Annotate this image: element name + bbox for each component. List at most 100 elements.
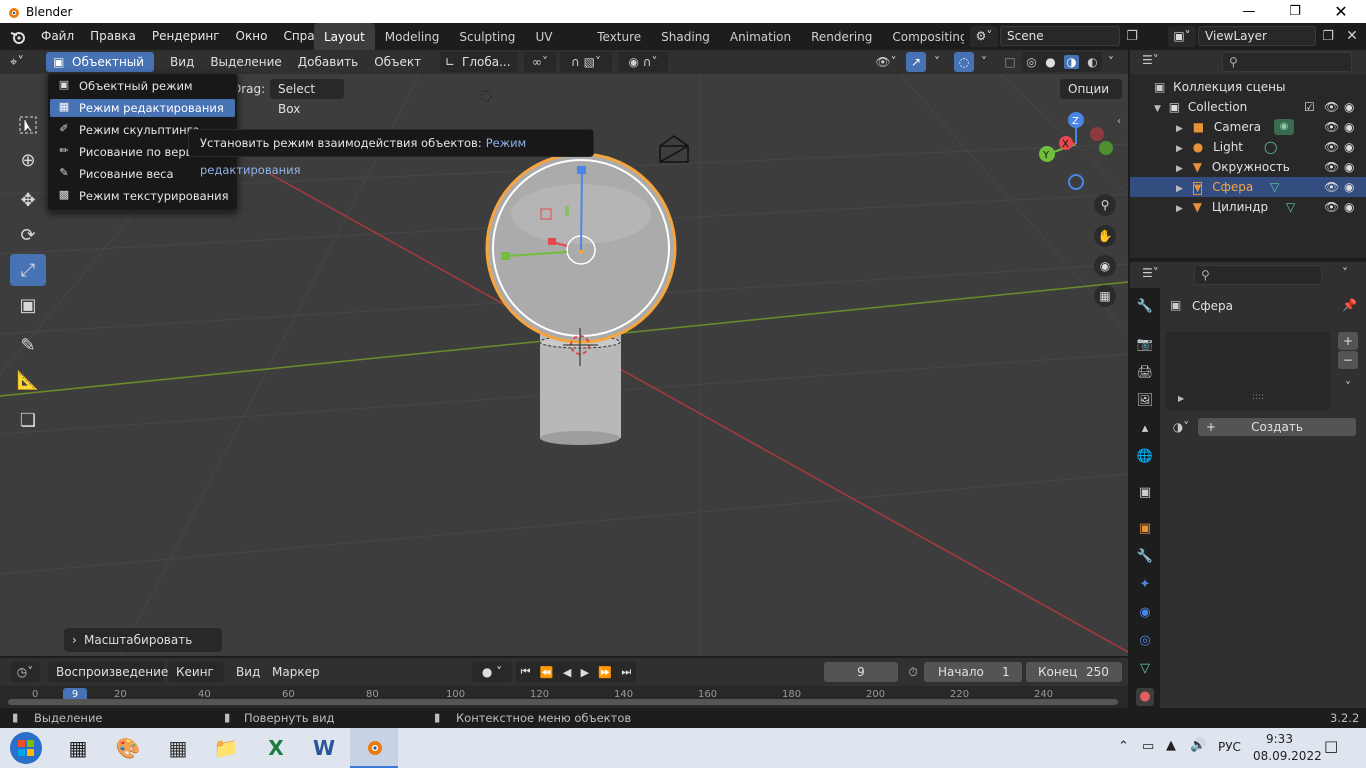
collection-tab-icon[interactable]: ▣ [1136,484,1154,502]
jump-end-icon[interactable]: ⏭ [621,665,631,679]
last-operator-panel[interactable]: › Масштабировать [64,628,222,652]
options-dropdown[interactable]: Опции [1060,79,1122,99]
tab-modeling[interactable]: Modeling [375,23,450,50]
object-tab-icon[interactable]: ▣ [1136,520,1154,538]
mesh-data-tab-icon[interactable]: ▽ [1136,660,1154,678]
menu-item-object-mode[interactable]: ▣ Объектный режим [50,77,235,95]
add-cube-tool-icon[interactable]: ❏ [10,404,46,436]
render-camera-icon[interactable]: ◉ [1344,97,1354,117]
eye-icon[interactable]: 👁 [1324,197,1339,217]
checkbox-icon[interactable]: ☑ [1304,97,1315,117]
remove-view-layer-icon[interactable]: ✕ [1342,26,1362,47]
menu-view[interactable]: Вид [162,52,202,72]
xray-icon[interactable]: □ [1000,52,1020,72]
wireframe-shading-icon[interactable]: ◎ [1026,55,1036,69]
material-slot-list[interactable]: ▶ :::: [1166,332,1330,410]
minimize-button[interactable]: — [1226,0,1272,23]
pan-hand-icon[interactable]: ✋ [1094,225,1116,247]
gizmo-dropdown-icon[interactable]: ˅ [926,52,948,72]
editor-type-icon[interactable]: ☰˅ [1142,266,1159,280]
render-camera-icon[interactable]: ◉ [1344,117,1354,137]
overlays-dropdown-icon[interactable]: ˅ [974,52,994,72]
tab-layout[interactable]: Layout [314,23,375,50]
start-frame-field[interactable]: Начало 1 [924,662,1022,682]
new-material-button[interactable]: + Создать [1198,418,1356,436]
maximize-button[interactable]: ❐ [1272,0,1318,23]
menu-item-edit-mode[interactable]: ▦ Режим редактирования [50,99,235,117]
mesh-data-icon[interactable]: ▽ [1270,177,1279,197]
select-tool-icon[interactable] [10,109,46,141]
material-browse-icon[interactable]: ◑˅ [1166,418,1196,436]
sidebar-toggle-icon[interactable]: ‹ [1117,116,1127,130]
clock-time[interactable]: 9:33 [1266,732,1293,746]
transform-tool-icon[interactable]: ▣ [10,289,46,321]
outliner-scene-collection[interactable]: ▣ Коллекция сцены [1130,77,1366,97]
start-button[interactable] [2,728,50,768]
paint-app-icon[interactable]: 🎨 [104,728,152,768]
excel-app-icon[interactable]: X [252,728,300,768]
display-mode-icon[interactable]: ☰˅ [1142,53,1159,67]
constraints-tab-icon[interactable]: ◎ [1136,632,1154,650]
particles-tab-icon[interactable]: ✦ [1136,576,1154,594]
zoom-icon[interactable]: ⚲ [1094,194,1116,216]
timeline-editor-icon[interactable]: ◷˅ [10,662,40,682]
current-frame-field[interactable]: 9 [824,662,898,682]
outliner-search-input[interactable]: ⚲ [1222,52,1352,72]
properties-search-input[interactable]: ⚲ [1194,265,1322,285]
timeline-ruler[interactable]: 9 0 20 40 60 80 100 120 140 160 180 200 … [0,686,1128,708]
scale-tool-icon[interactable]: ⤢ [10,254,46,286]
render-camera-icon[interactable]: ◉ [1344,157,1354,177]
menu-edit[interactable]: Правка [82,23,144,50]
tab-animation[interactable]: Animation [720,23,801,50]
tab-uv-editing[interactable]: UV Editing [525,23,587,50]
keying-dropdown[interactable]: Кеинг [168,662,224,682]
shading-dropdown-icon[interactable]: ˅ [1102,52,1120,72]
annotate-tool-icon[interactable]: ✎ [10,329,46,361]
menu-select[interactable]: Выделение [202,52,289,72]
end-frame-field[interactable]: Конец 250 [1026,662,1122,682]
light-data-icon[interactable]: ◯ [1264,137,1277,157]
outliner-item-sphere[interactable]: ▶ ▼ Сфера ▽ 👁 ◉ [1130,177,1366,197]
tab-sculpting[interactable]: Sculpting [449,23,525,50]
clock-date[interactable]: 08.09.2022 [1253,749,1322,763]
render-camera-icon[interactable]: ◉ [1344,177,1354,197]
task-view-icon[interactable]: ▦ [54,728,102,768]
eye-icon[interactable]: 👁 [1324,117,1339,137]
perspective-grid-icon[interactable]: ▦ [1094,285,1116,307]
blender-taskbar-icon[interactable] [350,728,398,768]
close-button[interactable]: ✕ [1318,0,1364,23]
pin-icon[interactable]: 📌 [1342,298,1357,312]
playback-dropdown[interactable]: Воспроизведение [48,662,168,682]
gizmo-toggle-icon[interactable]: ↗ [906,52,926,72]
snap-icon[interactable]: ∩ ▧˅ [560,52,612,72]
overlays-toggle-icon[interactable]: ◌ [954,52,974,72]
editor-type-icon[interactable]: ⌖˅ [10,55,40,70]
jump-start-icon[interactable]: ⏮ [521,665,531,679]
prev-keyframe-icon[interactable]: ⏪ [540,666,554,679]
resize-handle-icon[interactable]: :::: [1252,392,1264,402]
transform-orientation-dropdown[interactable]: ∟ Глоба... [440,52,518,72]
play-icon[interactable]: ▶ [581,666,589,679]
menu-render[interactable]: Рендеринг [144,23,228,50]
add-slot-button[interactable]: + [1338,332,1358,350]
eye-icon[interactable]: 👁 [1324,177,1339,197]
world-tab-icon[interactable]: 🌐 [1136,448,1154,466]
view-layer-field[interactable]: ViewLayer [1198,26,1316,46]
menu-object[interactable]: Объект [366,52,429,72]
menu-file[interactable]: Файл [33,23,82,50]
tab-shading[interactable]: Shading [651,23,720,50]
remove-slot-button[interactable]: − [1338,351,1358,369]
menu-add[interactable]: Добавить [290,52,366,72]
volume-icon[interactable]: 🔊 [1190,738,1206,753]
options-dropdown-icon[interactable]: ˅ [1342,266,1348,280]
render-camera-icon[interactable]: ◉ [1344,137,1354,157]
camera-data-icon[interactable]: ◉ [1274,119,1294,135]
tray-overflow-icon[interactable]: ⌃ [1118,739,1129,754]
record-icon[interactable]: ● ˅ [472,662,512,682]
rendered-shading-icon[interactable]: ◐ [1087,55,1097,69]
select-box-dropdown[interactable]: Select Box [270,79,344,116]
eye-icon[interactable]: 👁 [1324,137,1339,157]
physics-tab-icon[interactable]: ◉ [1136,604,1154,622]
proportional-edit-icon[interactable]: ◉ ∩˅ [618,52,668,72]
battery-icon[interactable]: ▭ [1142,739,1154,754]
